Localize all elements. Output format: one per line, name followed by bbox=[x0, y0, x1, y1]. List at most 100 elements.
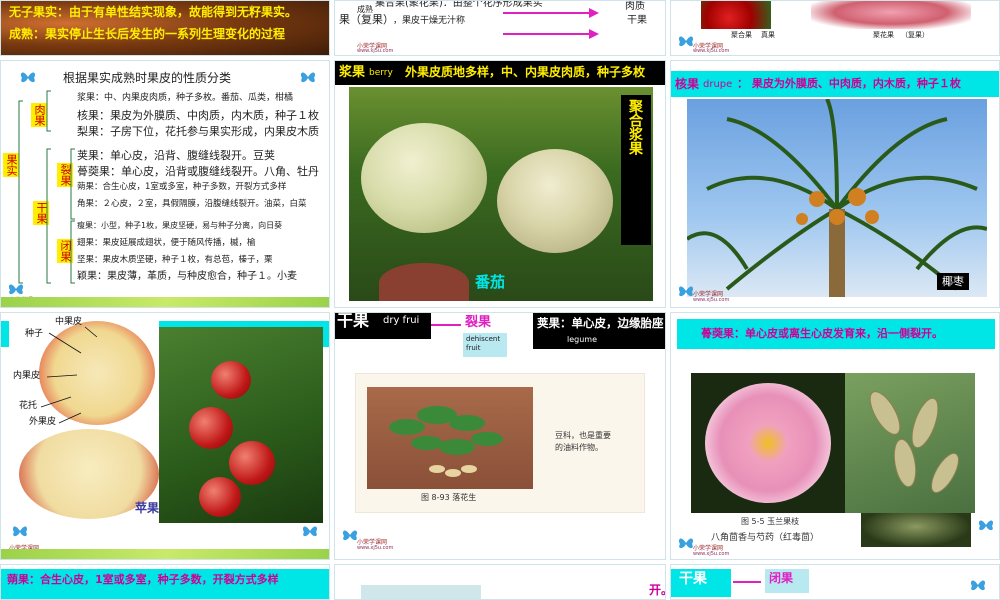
multiple-label: 聚花果 bbox=[873, 31, 894, 39]
multiple-fruit-photo bbox=[811, 1, 971, 29]
fragment-dry-pericarp: ，果皮干燥无汁称 bbox=[393, 16, 466, 26]
class-item-nut: 坚果：果皮木质坚硬，种子１枚，有总苞，榛子，栗 bbox=[77, 255, 273, 265]
berry-title-cn: 浆果 bbox=[339, 65, 366, 80]
aggregate-label: 聚合果 bbox=[731, 31, 752, 39]
seed-closeup-photo bbox=[861, 513, 971, 547]
fragment-multiple-fruit: 果（复果） bbox=[339, 13, 394, 26]
magnolia-figure-caption: 图 5-5 玉兰果枝 bbox=[741, 517, 800, 526]
class-item-legume: 荚果：单心皮，沿背、腹缝线裂开。豆荚 bbox=[77, 149, 275, 162]
follicle-title: 蓇葖果：单心皮或离生心皮发育来，沿一侧裂开。 bbox=[701, 327, 943, 340]
dry-fruit-title-en: dry frui bbox=[383, 315, 420, 326]
dehiscent-fruit-cn: 裂果 bbox=[465, 315, 492, 330]
bracket-lines bbox=[18, 90, 75, 284]
class-item-follicle: 蓇葖果：单心皮，沿背或腹缝线裂开。八角、牡丹 bbox=[77, 165, 319, 178]
silique-photo bbox=[361, 585, 481, 599]
apple-fruit-3 bbox=[229, 441, 275, 485]
aggregate-berry-label: 聚合浆果 bbox=[621, 95, 651, 245]
dry-fruit-label: 干果 bbox=[627, 15, 647, 26]
apple-fruit-2 bbox=[189, 407, 233, 449]
class-item-drupe: 核果：果皮为外膜质、中肉质，内木质，种子１枚 bbox=[77, 109, 319, 122]
slide-legume[interactable]: 干果 dry frui 裂果 dehiscent fruit 荚果：单心皮，边缘… bbox=[334, 312, 666, 560]
drupe-title-desc: ： 果皮为外膜质、中肉质，内木质，种子１枚 bbox=[737, 77, 961, 90]
grass-decoration bbox=[1, 549, 329, 559]
silique-fragment: 开。 bbox=[649, 583, 665, 597]
site-url: www.xj5u.com bbox=[357, 545, 394, 551]
tomato-bottom bbox=[379, 263, 469, 301]
slide-collective-fruit[interactable]: 集合果(聚花果)：由整个花序形成果实 成熟 果（复果） ，果皮干燥无汁称 肉质 … bbox=[334, 0, 666, 56]
capsule-title: 蒴果：合生心皮，1室或多室，种子多数，开裂方式多样 bbox=[7, 573, 279, 586]
class-item-achene: 瘦果：小型，种子1枚，果皮坚硬，易与种子分离，向日葵 bbox=[77, 221, 283, 230]
peanut-leaves bbox=[389, 406, 503, 477]
class-item-silique: 角果：２心皮，２室，具假隔膜，沿腹缝线裂开。油菜，白菜 bbox=[77, 199, 307, 209]
slide-pome[interactable]: 木质 中果皮 种子 内果皮 花托 外果皮 苹果 小荣学课网 bbox=[0, 312, 330, 560]
class-item-berry: 浆果：中、内果皮肉质，种子多枚。番茄、瓜类，柑橘 bbox=[77, 93, 294, 103]
dry-fruit-title-2: 干果 bbox=[679, 571, 707, 587]
slide-indehiscent[interactable]: 干果 闭果 bbox=[670, 564, 1000, 600]
drupe-title-cn: 核果 bbox=[675, 77, 700, 91]
true-fruit-label: 真果 bbox=[761, 31, 775, 39]
berry-title-en: berry bbox=[369, 68, 393, 78]
fleshy-label: 肉质 bbox=[625, 1, 645, 12]
date-palm-photo bbox=[687, 99, 987, 297]
star-anise-photo bbox=[845, 373, 975, 513]
grass-decoration bbox=[1, 297, 329, 307]
peony-photo bbox=[691, 373, 845, 513]
class-item-samara: 翅果：果皮延展成翅状，便于随风传播，槭，榆 bbox=[77, 238, 256, 248]
butterfly-icon bbox=[300, 72, 316, 83]
sugar-apple-left bbox=[361, 123, 487, 233]
apple-fruit-4 bbox=[199, 477, 241, 517]
slide-seedless-fruit[interactable]: 无子果实：由于有单性结实现象，故能得到无籽果实。 成熟：果实停止生长后发生的一系… bbox=[0, 0, 330, 56]
follicle-pods bbox=[869, 391, 959, 494]
peanut-plant-photo bbox=[367, 387, 533, 489]
apple-tree-photo bbox=[159, 327, 323, 523]
apple-caption: 苹果 bbox=[135, 501, 160, 515]
slide-aggregate-fruit[interactable]: 聚合果 真果 聚花果 （复果） 小荣学课网 www.xj5u.com bbox=[670, 0, 1000, 56]
slide-fruit-classification[interactable]: 根据果实成熟时果皮的性质分类 果实 肉果 裂果 干果 闭果 浆果：中、内果皮肉质… bbox=[0, 60, 330, 308]
berry-title-desc: 外果皮质地多样，中、内果皮肉质，种子多枚 bbox=[405, 65, 646, 79]
sugar-apple-right bbox=[497, 149, 613, 253]
strawberry-aggregate-photo bbox=[701, 1, 771, 29]
site-url: www.xj5u.com bbox=[693, 551, 730, 557]
slide-silique[interactable]: 开。 bbox=[334, 564, 666, 600]
butterfly-icon bbox=[302, 526, 318, 537]
dehiscent-connector bbox=[431, 324, 461, 326]
closed-fruit-label: 闭果 bbox=[769, 571, 794, 585]
site-url: www.xj5u.com bbox=[357, 48, 394, 54]
legume-title: 荚果：单心皮，边缘胎座 bbox=[537, 316, 664, 330]
class-item-capsule: 蒴果：合生心皮，1室或多室，种子多数，开裂方式多样 bbox=[77, 182, 287, 192]
classification-title: 根据果实成熟时果皮的性质分类 bbox=[63, 71, 232, 85]
arrow-1 bbox=[503, 8, 599, 18]
seedless-fruit-text: 无子果实：由于有单性结实现象，故能得到无籽果实。 bbox=[9, 5, 298, 19]
date-palm-caption: 椰枣 bbox=[937, 273, 969, 291]
class-item-caryopsis: 颖果：果皮薄，革质，与种皮愈合，种子１。小麦 bbox=[77, 271, 297, 282]
leader-lines bbox=[40, 326, 98, 424]
dehiscent-fruit-en2: fruit bbox=[466, 344, 481, 352]
butterfly-icon bbox=[978, 520, 994, 531]
site-url: www.xj5u.com bbox=[693, 297, 730, 303]
slide-drupe[interactable]: 核果 drupe ： 果皮为外膜质、中肉质，内木质，种子１枚 椰枣 小荣学课网 … bbox=[670, 60, 1000, 308]
arrow-2 bbox=[503, 29, 599, 39]
legume-title-en: legume bbox=[567, 335, 598, 344]
sugar-apple-photo bbox=[349, 87, 653, 301]
butterfly-icon bbox=[970, 580, 986, 591]
star-anise-caption: 八角茴香与芍药（红毒茴） bbox=[711, 533, 820, 543]
ripening-text: 成熟：果实停止生长后发生的一系列生理变化的过程 bbox=[9, 27, 286, 41]
palm-fronds bbox=[687, 99, 987, 297]
peony-flower bbox=[705, 383, 831, 503]
compound-label: （复果） bbox=[901, 31, 929, 39]
dehiscent-fruit-en1: dehiscent bbox=[466, 335, 501, 343]
drupe-title-en: drupe bbox=[703, 79, 733, 90]
site-url: www.xj5u.com bbox=[693, 48, 730, 54]
slide-capsule[interactable]: 蒴果：合生心皮，1室或多室，种子多数，开裂方式多样 bbox=[0, 564, 330, 600]
dry-fruit-title-cn: 干果 bbox=[337, 312, 370, 330]
peanut-note-line2: 的油料作物。 bbox=[555, 443, 603, 452]
closed-connector bbox=[733, 581, 761, 583]
butterfly-icon bbox=[12, 526, 28, 537]
slide-berry[interactable]: 浆果 berry 外果皮质地多样，中、内果皮肉质，种子多枚 聚合浆果 番茄 bbox=[334, 60, 666, 308]
slide-follicle[interactable]: 蓇葖果：单心皮或离生心皮发育来，沿一侧裂开。 图 5-5 玉兰果枝 八角茴香与芍… bbox=[670, 312, 1000, 560]
class-item-pome: 梨果：子房下位，花托参与果实形成，内果皮木质 bbox=[77, 125, 319, 138]
tomato-caption: 番茄 bbox=[475, 273, 506, 291]
apple-fruit-1 bbox=[211, 361, 251, 399]
peanut-figure-caption: 图 8-93 落花生 bbox=[421, 493, 477, 502]
peanut-note-line1: 豆科，也是重要 bbox=[555, 431, 611, 440]
